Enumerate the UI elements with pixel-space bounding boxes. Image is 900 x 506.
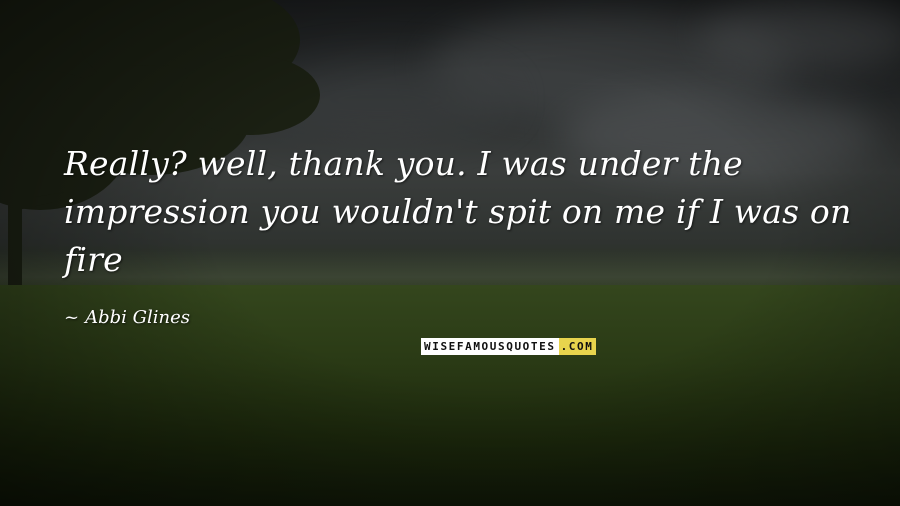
watermark-name: WISEFAMOUSQUOTES [421,338,559,355]
quote-text: Really? well, thank you. I was under the… [64,144,852,279]
author-dash: ~ [64,307,80,328]
quote-image: Really? well, thank you. I was under the… [0,0,900,506]
quote-author: ~ Abbi Glines [64,306,190,330]
watermark-domain: .COM [558,338,597,355]
author-name: Abbi Glines [85,307,190,328]
site-watermark: WISEFAMOUSQUOTES .COM [421,338,597,355]
